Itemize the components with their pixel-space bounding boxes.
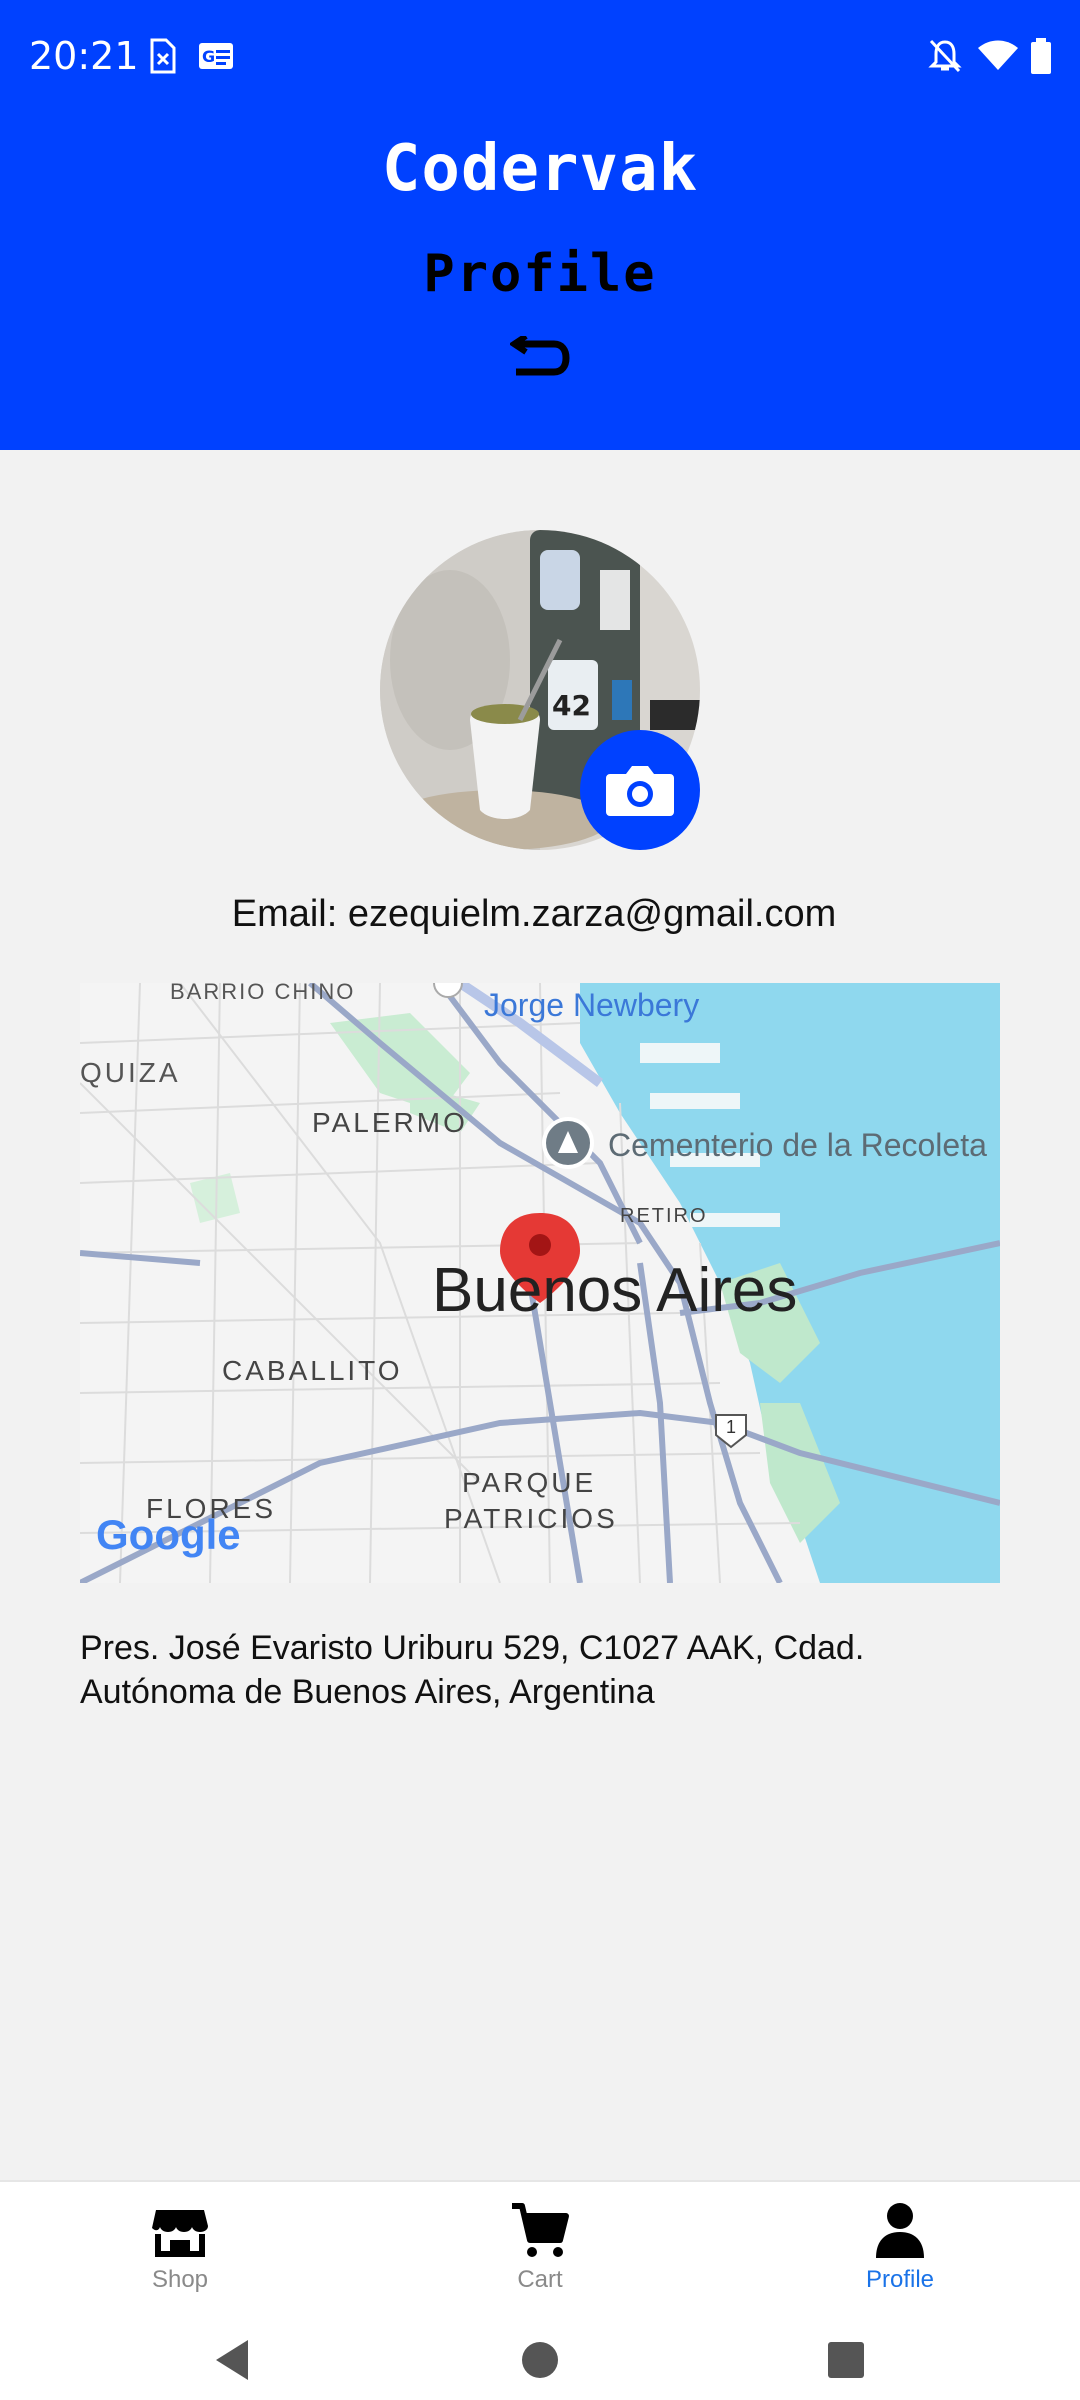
svg-text:42: 42	[552, 689, 591, 722]
shop-icon	[152, 2210, 208, 2257]
map-label-palermo: PALERMO	[312, 1107, 468, 1138]
cart-icon	[512, 2203, 569, 2257]
nav-label-profile: Profile	[865, 2266, 935, 2293]
nav-item-cart[interactable]: Cart	[440, 2182, 640, 2318]
return-arrow-icon	[508, 333, 570, 376]
google-logo: Google	[96, 1511, 241, 1558]
nav-item-profile[interactable]: Profile	[800, 2182, 1000, 2318]
map-label-cementerio: Cementerio de la Recoleta	[608, 1127, 987, 1163]
map-label-retiro: RETIRO	[620, 1205, 708, 1227]
wifi-icon	[978, 40, 1018, 77]
app-title: Codervak	[381, 132, 699, 206]
map-label-route: 1	[726, 1417, 737, 1437]
svg-text:G: G	[202, 47, 215, 66]
map-label-quiza: QUIZA	[80, 1057, 181, 1088]
email-text: Email: ezequielm.zarza@gmail.com	[231, 893, 837, 935]
person-icon	[876, 2203, 924, 2258]
battery-icon	[1030, 38, 1052, 79]
bottom-navigation: Shop Cart Profile	[0, 2180, 1080, 2318]
camera-icon	[606, 766, 674, 816]
home-circle-icon[interactable]	[520, 2340, 560, 2380]
location-map[interactable]: BARRIO CHINO Jorge Newbery QUIZA PALERMO…	[80, 983, 1000, 1583]
news-icon: G	[198, 42, 234, 75]
sim-off-icon	[148, 38, 176, 79]
map-label-city: Buenos Aires	[432, 1256, 798, 1325]
system-navigation-bar	[0, 2316, 1080, 2400]
back-triangle-icon[interactable]	[212, 2338, 252, 2382]
nav-item-shop[interactable]: Shop	[80, 2182, 280, 2318]
map-label-parque: PARQUE	[462, 1467, 597, 1498]
change-photo-button[interactable]	[580, 730, 700, 850]
nav-label-cart: Cart	[517, 2266, 563, 2293]
map-label-barrio-chino: BARRIO CHINO	[170, 983, 356, 1004]
app-header: 20:21 G Codervak Profile	[0, 0, 1080, 450]
map-label-patricios: PATRICIOS	[444, 1503, 618, 1534]
recents-square-icon[interactable]	[827, 2341, 865, 2379]
notifications-off-icon	[928, 38, 962, 79]
map-label-caballito: CABALLITO	[222, 1355, 403, 1386]
back-button[interactable]	[508, 333, 570, 382]
page-title: Profile	[423, 244, 657, 304]
status-bar: 20:21 G	[0, 0, 1080, 116]
address-text: Pres. José Evaristo Uriburu 529, C1027 A…	[80, 1629, 865, 1711]
nav-label-shop: Shop	[151, 2266, 209, 2293]
map-label-jorge-newbery: Jorge Newbery	[484, 987, 700, 1023]
status-time: 20:21	[29, 34, 139, 78]
